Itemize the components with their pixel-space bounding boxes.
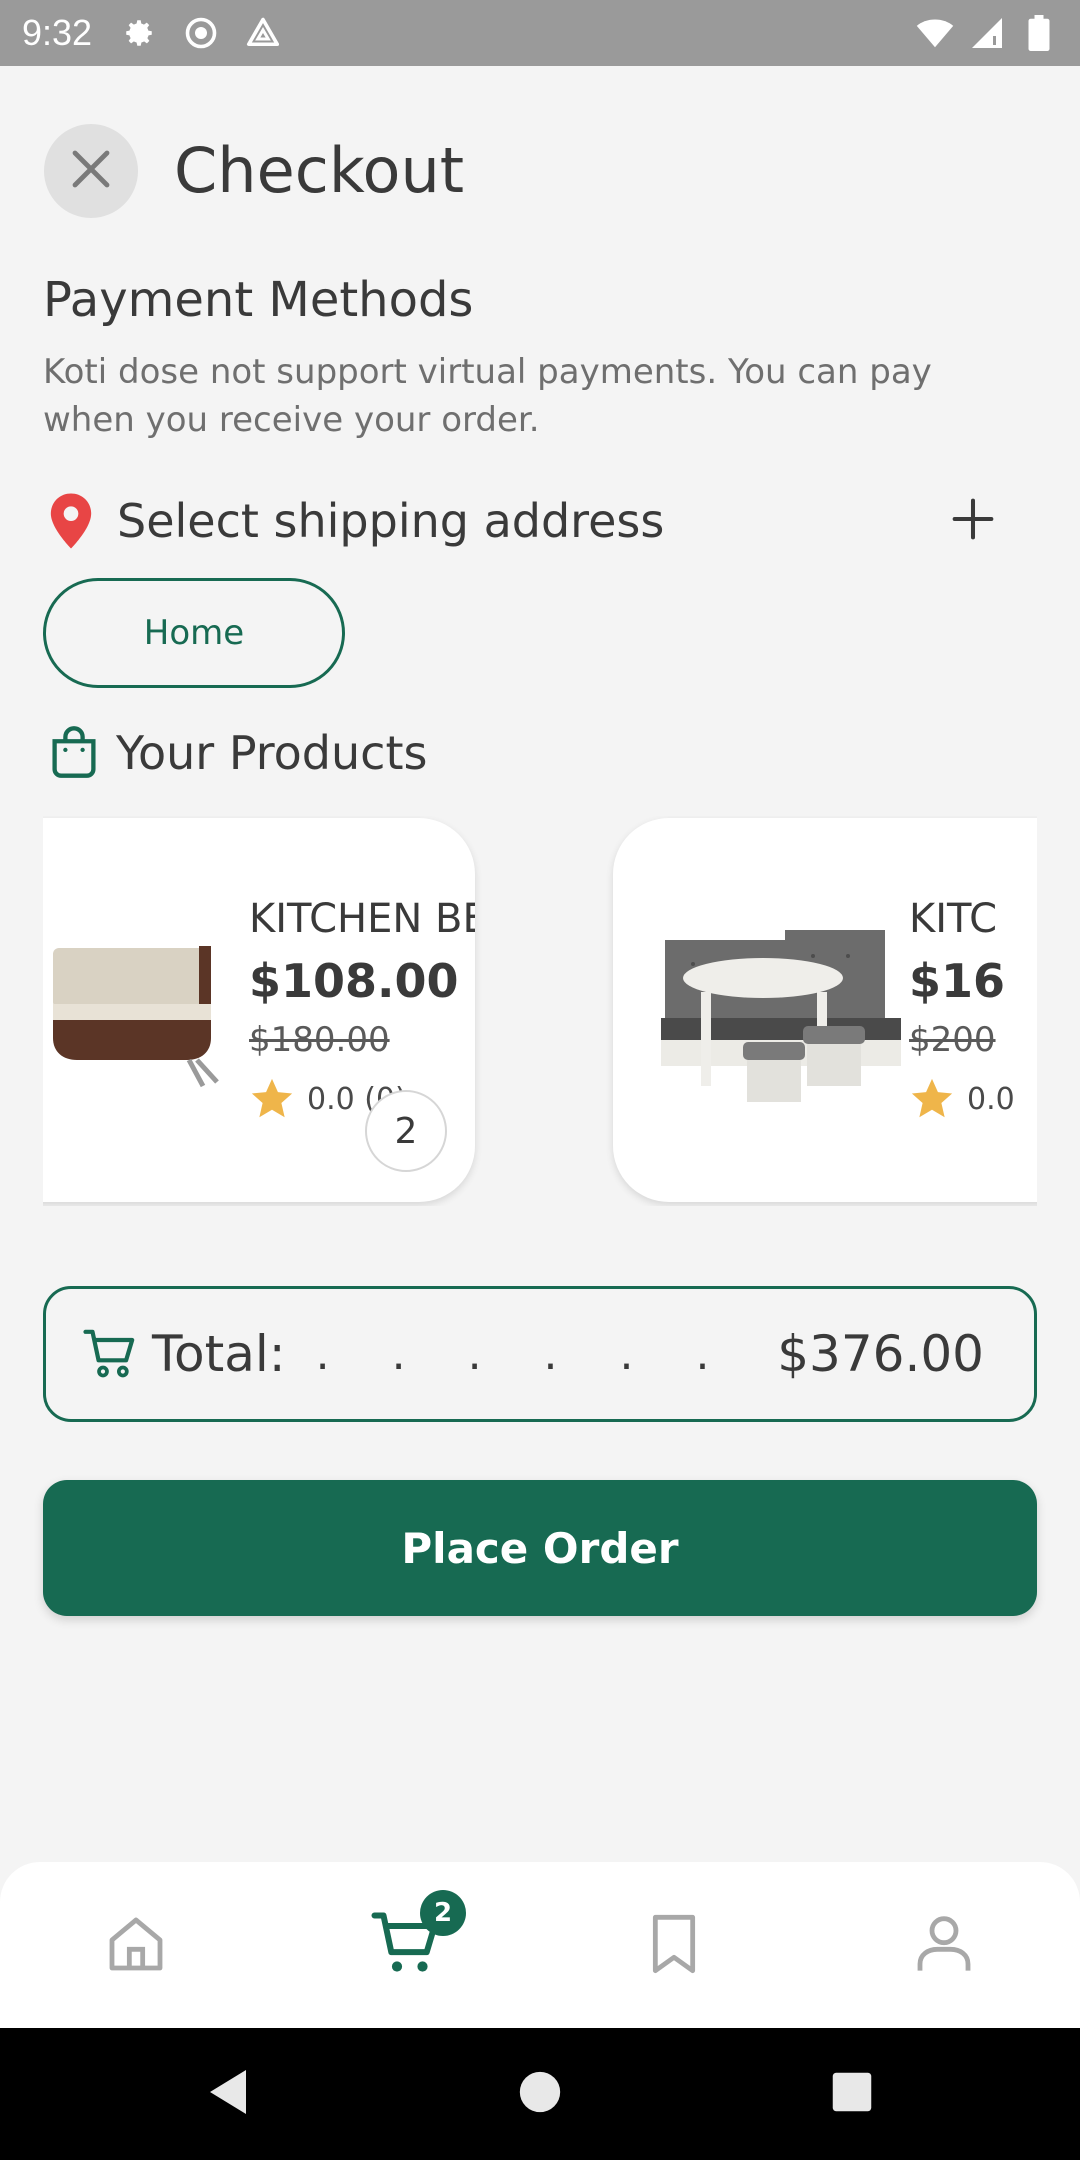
total-value: $376.00 (777, 1325, 984, 1383)
nav-home[interactable] (96, 1906, 176, 1986)
product-name: KITC (909, 896, 998, 942)
system-home-button[interactable] (512, 2066, 568, 2122)
status-icons-left (120, 14, 282, 52)
product-price: $16 (909, 954, 1006, 1008)
close-button[interactable] (44, 124, 138, 218)
address-chip-home[interactable]: Home (43, 578, 345, 688)
status-bar: 9:32 (0, 0, 1080, 66)
plus-icon (951, 497, 995, 545)
status-icons-right (916, 14, 1058, 52)
payment-note: Koti dose not support virtual payments. … (43, 352, 932, 440)
add-address-button[interactable] (943, 491, 1003, 551)
star-icon (909, 1076, 955, 1122)
place-order-button[interactable]: Place Order (43, 1480, 1037, 1616)
select-shipping-address-label: Select shipping address (117, 494, 665, 548)
cart-icon (82, 1326, 138, 1382)
star-icon (249, 1076, 295, 1122)
shopping-bag-icon (48, 724, 104, 782)
product-card[interactable]: KITCHEN BENCH $108.00 $180.00 0.0 (0) 2 (43, 818, 475, 1202)
product-name: KITCHEN BENCH (249, 896, 475, 942)
bookmark-icon (642, 1912, 706, 1980)
signal-icon (968, 14, 1006, 52)
rating-text: 0.0 (967, 1081, 1015, 1117)
home-circle-icon (518, 2070, 562, 2118)
order-total: Total: . . . . . . . . . . $376.00 (43, 1286, 1037, 1422)
product-old-price: $200 (909, 1020, 996, 1060)
bottom-nav: 2 (0, 1862, 1080, 2028)
nav-profile[interactable] (904, 1906, 984, 1986)
nav-saved[interactable] (634, 1906, 714, 1986)
product-price: $108.00 (249, 954, 459, 1008)
product-old-price: $180.00 (249, 1020, 390, 1060)
close-icon (67, 145, 115, 197)
total-label: Total: (152, 1325, 286, 1383)
product-image (653, 908, 903, 1108)
page-title: Checkout (174, 134, 465, 207)
system-nav-bar (0, 2028, 1080, 2160)
profile-icon (912, 1912, 976, 1980)
product-image (43, 908, 243, 1108)
status-time: 9:32 (22, 12, 93, 53)
total-dots: . . . . . . . . . . (315, 1328, 748, 1380)
back-triangle-icon (206, 2068, 250, 2120)
home-icon (104, 1912, 168, 1980)
payment-methods-title: Payment Methods (43, 272, 474, 328)
battery-icon (1020, 14, 1058, 52)
system-back-button[interactable] (200, 2066, 256, 2122)
your-products-title: Your Products (116, 726, 428, 780)
record-icon (182, 14, 220, 52)
system-recents-button[interactable] (824, 2066, 880, 2122)
wifi-icon (916, 14, 954, 52)
products-carousel[interactable]: KITCHEN BENCH $108.00 $180.00 0.0 (0) 2 (43, 816, 1037, 1206)
products-header: Your Products (48, 720, 427, 786)
cart-count-badge: 2 (420, 1890, 466, 1936)
location-pin-icon (43, 491, 99, 551)
recents-square-icon (831, 2071, 873, 2117)
drive-icon (244, 14, 282, 52)
shipping-address-row: Select shipping address (43, 486, 1003, 556)
quantity-badge: 2 (365, 1090, 447, 1172)
gear-icon (120, 14, 158, 52)
product-rating: 0.0 (909, 1076, 1015, 1122)
product-card[interactable]: KITC $16 $200 0.0 (613, 818, 1037, 1202)
